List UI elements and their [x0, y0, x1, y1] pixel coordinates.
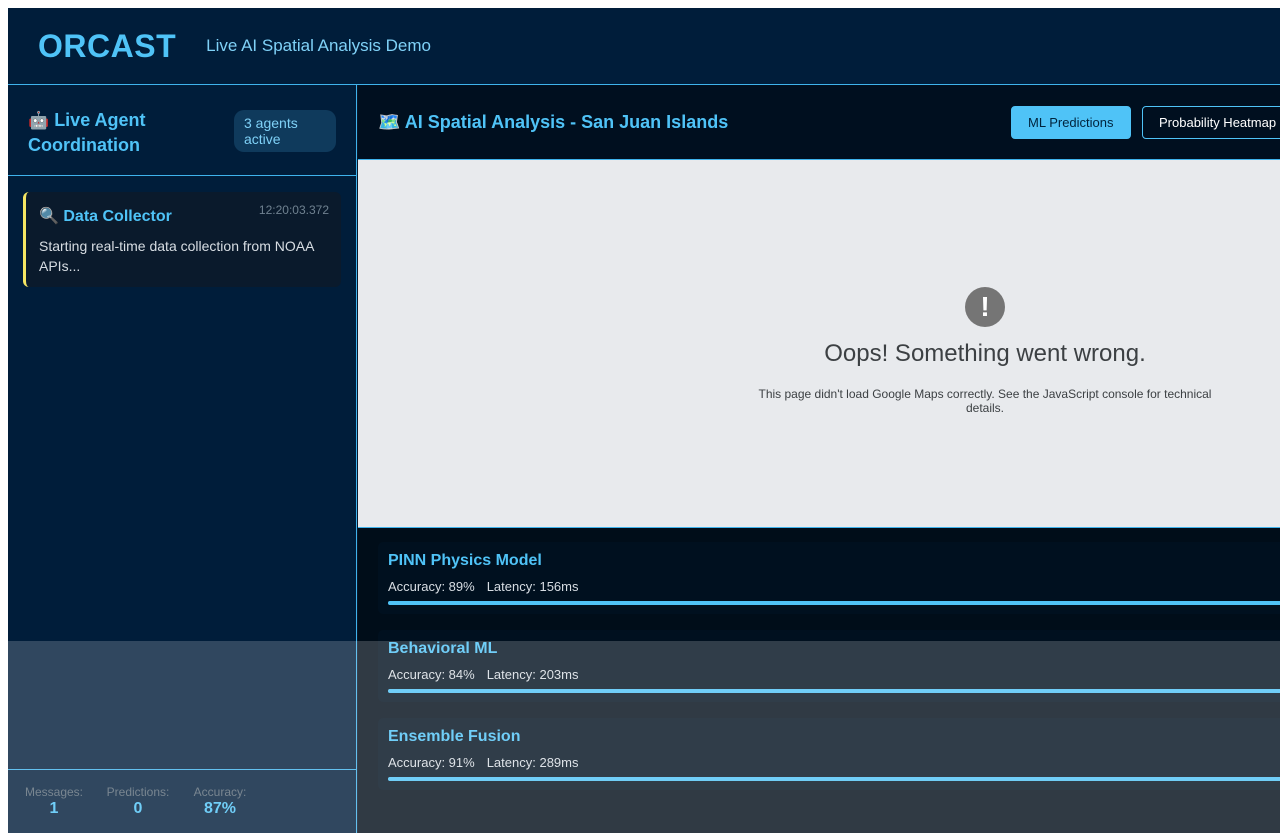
main-panel: 🗺️ AI Spatial Analysis - San Juan Island…: [358, 85, 1280, 833]
model-progress-bar: [388, 777, 1280, 781]
message-text: Starting real-time data collection from …: [39, 238, 314, 274]
agents-active-badge: 3 agents active: [234, 110, 336, 152]
model-metrics: Accuracy: 89% Latency: 156ms: [388, 579, 578, 594]
error-title: Oops! Something went wrong.: [824, 340, 1146, 367]
stat-predictions-value: 0: [133, 800, 143, 817]
main-title: 🗺️ AI Spatial Analysis - San Juan Island…: [378, 112, 728, 133]
app-frame: ORCAST Live AI Spatial Analysis Demo 🤖 L…: [8, 8, 1280, 833]
agent-sidebar: 🤖 Live Agent Coordination 3 agents activ…: [8, 85, 357, 833]
error-message: This page didn't load Google Maps correc…: [758, 387, 1212, 415]
model-metrics: Accuracy: 84% Latency: 203ms: [388, 667, 578, 682]
model-list: PINN Physics Model Accuracy: 89% Latency:…: [358, 528, 1280, 833]
map-icon: 🗺️: [378, 112, 401, 132]
model-card: Ensemble Fusion Accuracy: 91% Latency: 28…: [378, 718, 1280, 790]
magnifier-icon: 🔍: [39, 208, 59, 225]
stat-accuracy: Accuracy: 87%: [191, 785, 249, 818]
model-progress-fill: [388, 777, 1280, 781]
stat-accuracy-label: Accuracy:: [193, 785, 247, 799]
model-accuracy: Accuracy: 89%: [388, 579, 475, 594]
model-progress-bar: [388, 601, 1280, 605]
model-progress-fill: [388, 689, 1280, 693]
model-latency: Latency: 156ms: [486, 579, 579, 594]
agent-name-text: Data Collector: [63, 208, 172, 225]
main-header: 🗺️ AI Spatial Analysis - San Juan Island…: [358, 85, 1280, 160]
stat-messages-label: Messages:: [24, 785, 84, 799]
model-latency: Latency: 203ms: [486, 667, 579, 682]
stat-predictions: Predictions: 0: [104, 785, 172, 818]
error-icon: !: [965, 287, 1005, 327]
model-accuracy: Accuracy: 84%: [388, 667, 475, 682]
agent-name: 🔍 Data Collector: [39, 206, 172, 226]
model-card: PINN Physics Model Accuracy: 89% Latency:…: [378, 542, 1280, 614]
stat-messages: Messages: 1: [23, 785, 85, 818]
model-latency: Latency: 289ms: [486, 755, 579, 770]
model-accuracy: Accuracy: 91%: [388, 755, 475, 770]
message-timestamp: 12:20:03.372: [258, 203, 329, 217]
model-progress-fill: [388, 601, 1280, 605]
sidebar-header: 🤖 Live Agent Coordination 3 agents activ…: [8, 85, 356, 176]
model-name: PINN Physics Model: [388, 552, 542, 569]
app-header: ORCAST Live AI Spatial Analysis Demo: [8, 8, 1280, 85]
model-card: Behavioral ML Accuracy: 84% Latency: 203m…: [378, 630, 1280, 702]
stat-accuracy-value: 87%: [203, 800, 237, 817]
stat-predictions-label: Predictions:: [106, 785, 170, 799]
ml-predictions-button[interactable]: ML Predictions: [1011, 106, 1131, 139]
model-name: Behavioral ML: [388, 640, 498, 657]
sidebar-title: 🤖 Live Agent Coordination: [28, 108, 218, 157]
model-name: Ensemble Fusion: [388, 728, 521, 745]
header-subtitle: Live AI Spatial Analysis Demo: [206, 36, 432, 55]
stat-messages-value: 1: [49, 800, 59, 817]
brand-logo: ORCAST: [38, 27, 177, 64]
robot-icon: 🤖: [28, 111, 50, 130]
main-title-text: AI Spatial Analysis - San Juan Islands: [404, 112, 729, 132]
sidebar-stats: Messages: 1 Predictions: 0 Accuracy: 87%: [8, 769, 357, 833]
model-progress-bar: [388, 689, 1280, 693]
probability-heatmap-button[interactable]: Probability Heatmap: [1142, 106, 1280, 139]
model-metrics: Accuracy: 91% Latency: 289ms: [388, 755, 578, 770]
agent-message: 🔍 Data Collector 12:20:03.372 Starting r…: [23, 192, 341, 287]
map-container[interactable]: ! Oops! Something went wrong. This page …: [358, 160, 1280, 528]
